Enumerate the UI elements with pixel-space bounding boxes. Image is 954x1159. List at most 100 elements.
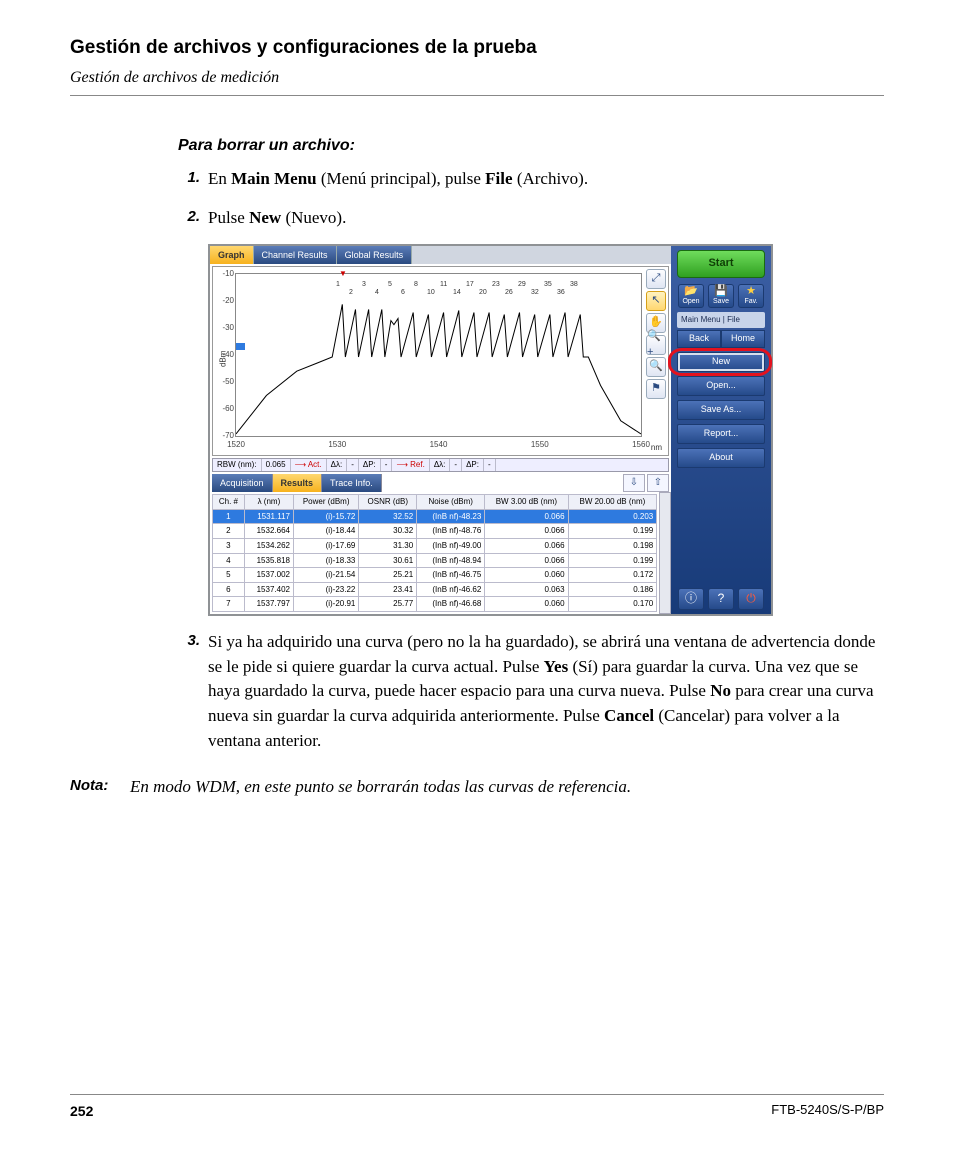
menu-new[interactable]: New (677, 352, 765, 372)
table-cell: 0.060 (485, 568, 568, 583)
table-cell: 4 (213, 553, 245, 568)
fav-button[interactable]: ★Fav. (738, 284, 764, 308)
peak-label: 20 (479, 288, 487, 298)
step-number: 2. (178, 206, 208, 231)
tab-graph[interactable]: Graph (210, 246, 254, 264)
cursor-icon[interactable]: ↖ (646, 291, 666, 311)
table-cell: 0.066 (485, 553, 568, 568)
table-row[interactable]: 71537.797(i)-20.9125.77(InB nf)-46.680.0… (213, 597, 657, 612)
table-cell: 1537.402 (244, 582, 293, 597)
step-number: 1. (178, 167, 208, 192)
table-cell: 1537.002 (244, 568, 293, 583)
peak-label: 11 (440, 280, 447, 290)
table-cell: 0.066 (485, 524, 568, 539)
tab-acquisition[interactable]: Acquisition (212, 474, 273, 492)
table-cell: 1531.117 (244, 509, 293, 524)
delta-lambda2-label: Δλ: (430, 459, 451, 471)
peak-label: 4 (375, 288, 379, 298)
delta-lambda-label: Δλ: (327, 459, 348, 471)
start-button[interactable]: Start (677, 250, 765, 278)
table-header[interactable]: BW 3.00 dB (nm) (485, 495, 568, 510)
table-header[interactable]: Ch. # (213, 495, 245, 510)
table-cell: 25.77 (359, 597, 417, 612)
step-1: 1. En Main Menu (Menú principal), pulse … (178, 167, 884, 192)
zoom-full-icon[interactable]: ⤢ (646, 269, 666, 289)
peak-label: 29 (518, 280, 526, 290)
tab-channel-results[interactable]: Channel Results (254, 246, 337, 264)
table-row[interactable]: 21532.664(i)-18.4430.32(InB nf)-48.760.0… (213, 524, 657, 539)
x-axis-unit: nm (651, 442, 662, 454)
menu-about[interactable]: About (677, 448, 765, 468)
table-cell: (InB nf)-48.76 (417, 524, 485, 539)
table-scrollbar[interactable] (659, 492, 671, 614)
bottom-tabs: Acquisition Results Trace Info. ⇩ ⇧ (212, 474, 669, 492)
peak-label: 5 (388, 280, 392, 290)
delta-p-value: - (381, 459, 393, 471)
tab-results[interactable]: Results (273, 474, 323, 492)
table-cell: 6 (213, 582, 245, 597)
info-button[interactable]: ⓘ (678, 588, 704, 610)
table-cell: 0.066 (485, 538, 568, 553)
table-header[interactable]: BW 20.00 dB (nm) (568, 495, 657, 510)
note-label: Nota: (70, 775, 130, 800)
y-tick: -30 (216, 322, 234, 334)
table-row[interactable]: 51537.002(i)-21.5425.21(InB nf)-46.750.0… (213, 568, 657, 583)
peak-label: 23 (492, 280, 500, 290)
table-cell: (InB nf)-46.68 (417, 597, 485, 612)
table-cell: 0.066 (485, 509, 568, 524)
scroll-down-button[interactable]: ⇩ (623, 474, 645, 492)
save-button[interactable]: 💾Save (708, 284, 734, 308)
power-button[interactable]: ⏻ (738, 588, 764, 610)
breadcrumb: Main Menu | File (677, 312, 765, 328)
table-row[interactable]: 11531.117(i)-15.7232.52(InB nf)-48.230.0… (213, 509, 657, 524)
table-cell: 0.198 (568, 538, 657, 553)
help-button[interactable]: ? (708, 588, 734, 610)
table-cell: 30.32 (359, 524, 417, 539)
rule (70, 95, 884, 96)
table-cell: 1537.797 (244, 597, 293, 612)
y-tick: -50 (216, 376, 234, 388)
text: En (208, 169, 231, 188)
bold: File (485, 169, 512, 188)
table-cell: (InB nf)-48.94 (417, 553, 485, 568)
table-row[interactable]: 41535.818(i)-18.3330.61(InB nf)-48.940.0… (213, 553, 657, 568)
bold: Yes (544, 657, 569, 676)
menu-report[interactable]: Report... (677, 424, 765, 444)
delta-p2-label: ΔP: (462, 459, 484, 471)
step-3: 3. Si ya ha adquirido una curva (pero no… (178, 630, 884, 753)
scroll-up-button[interactable]: ⇧ (647, 474, 669, 492)
peak-label: 17 (466, 280, 474, 290)
table-header[interactable]: λ (nm) (244, 495, 293, 510)
table-cell: 0.199 (568, 524, 657, 539)
table-cell: 1535.818 (244, 553, 293, 568)
results-table[interactable]: Ch. #λ (nm)Power (dBm)OSNR (dB)Noise (dB… (212, 494, 657, 612)
table-cell: 1534.262 (244, 538, 293, 553)
flag-icon[interactable]: ⚑ (646, 379, 666, 399)
tab-trace-info[interactable]: Trace Info. (322, 474, 382, 492)
table-cell: 32.52 (359, 509, 417, 524)
table-row[interactable]: 61537.402(i)-23.2223.41(InB nf)-46.620.0… (213, 582, 657, 597)
x-tick: 1550 (525, 439, 555, 451)
peak-label: 14 (453, 288, 461, 298)
table-cell: 0.063 (485, 582, 568, 597)
trace-line (236, 274, 641, 436)
text: (Nuevo). (281, 208, 346, 227)
table-header[interactable]: Noise (dBm) (417, 495, 485, 510)
table-cell: (InB nf)-49.00 (417, 538, 485, 553)
table-cell: (i)-23.22 (293, 582, 358, 597)
menu-open[interactable]: Open... (677, 376, 765, 396)
menu-save-as[interactable]: Save As... (677, 400, 765, 420)
back-button[interactable]: Back (677, 330, 721, 348)
tab-global-results[interactable]: Global Results (337, 246, 413, 264)
table-header[interactable]: Power (dBm) (293, 495, 358, 510)
note-text: En modo WDM, en este punto se borrarán t… (130, 775, 884, 800)
table-cell: (i)-17.69 (293, 538, 358, 553)
magnify-icon[interactable]: 🔍 (646, 357, 666, 377)
peak-label: 3 (362, 280, 366, 290)
open-button[interactable]: 📂Open (678, 284, 704, 308)
home-button[interactable]: Home (721, 330, 765, 348)
spectrum-plot[interactable]: dBm ▼ -10-20-30-40-50-60-701520153015401… (212, 266, 669, 456)
table-header[interactable]: OSNR (dB) (359, 495, 417, 510)
zoom-find-icon[interactable]: 🔍+ (646, 335, 666, 355)
table-row[interactable]: 31534.262(i)-17.6931.30(InB nf)-49.000.0… (213, 538, 657, 553)
